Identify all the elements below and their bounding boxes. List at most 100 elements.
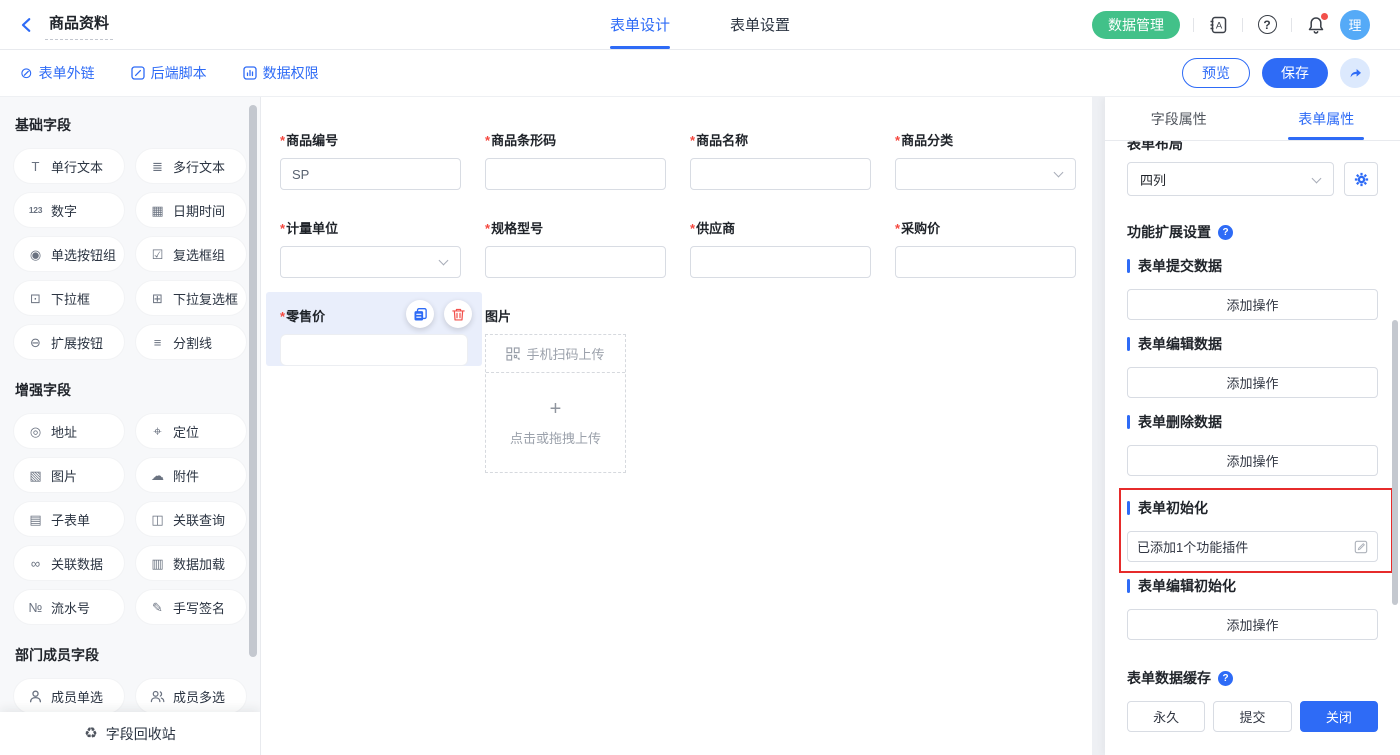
copy-field-button[interactable] (406, 300, 434, 328)
field-product-name[interactable]: 商品名称 (690, 132, 871, 190)
sidebar-item-signature[interactable]: ✎手写签名 (135, 589, 247, 625)
field-supplier[interactable]: 供应商 (690, 220, 871, 278)
sidebar-item-radio-group[interactable]: ◉单选按钮组 (13, 236, 125, 272)
delete-field-button[interactable] (444, 300, 472, 328)
scan-upload-button[interactable]: 手机扫码上传 (486, 335, 625, 373)
tab-form-properties[interactable]: 表单属性 (1253, 97, 1400, 140)
field-select[interactable] (280, 246, 461, 278)
sidebar-item-datetime[interactable]: ▦日期时间 (135, 192, 247, 228)
help-icon[interactable] (1256, 14, 1278, 36)
sidebar-item-data-load[interactable]: ▥数据加载 (135, 545, 247, 581)
help-icon[interactable] (1218, 225, 1233, 240)
linked-data-icon: ∞ (27, 557, 44, 570)
field-spec-model[interactable]: 规格型号 (485, 220, 666, 278)
radio-group-icon: ◉ (27, 248, 44, 261)
divider (1242, 18, 1243, 32)
external-link-button[interactable]: ⊘ 表单外链 (20, 63, 95, 83)
data-permission-button[interactable]: 数据权限 (243, 63, 319, 83)
sidebar-item-attachment[interactable]: ☁附件 (135, 457, 247, 493)
toolbar-actions: 预览 保存 (1182, 58, 1370, 88)
field-label: 图片 (485, 308, 666, 325)
sidebar-item-linked-query[interactable]: ◫关联查询 (135, 501, 247, 537)
single-line-text-icon: T (27, 160, 44, 173)
user-avatar[interactable]: 理 (1340, 10, 1370, 40)
panel-scrollbar[interactable] (1392, 320, 1398, 605)
tab-form-design[interactable]: 表单设计 (610, 0, 670, 49)
form-title[interactable]: 商品资料 (45, 10, 113, 40)
cache-option-off[interactable]: 关闭 (1300, 701, 1378, 732)
multi-dropdown-icon: ⊞ (149, 292, 166, 305)
sidebar-item-linked-data[interactable]: ∞关联数据 (13, 545, 125, 581)
field-input[interactable]: SP (280, 158, 461, 190)
notification-bell-icon[interactable] (1305, 14, 1327, 36)
tab-form-settings[interactable]: 表单设置 (730, 0, 790, 49)
field-image-upload[interactable]: 图片 手机扫码上传 点击或拖拽上传 (485, 308, 666, 473)
add-action-button[interactable]: 添加操作 (1127, 445, 1378, 476)
sidebar-item-dropdown[interactable]: ⊡下拉框 (13, 280, 125, 316)
preview-button[interactable]: 预览 (1182, 58, 1250, 88)
help-icon[interactable] (1218, 671, 1233, 686)
field-input[interactable] (690, 158, 871, 190)
field-product-code[interactable]: 商品编号 SP (280, 132, 461, 190)
field-barcode[interactable]: 商品条形码 (485, 132, 666, 190)
sidebar-item-serial-number[interactable]: №流水号 (13, 589, 125, 625)
field-input[interactable] (485, 158, 666, 190)
field-recycle-bin-button[interactable]: ♻ 字段回收站 (0, 712, 260, 755)
sidebar-item-extend-button[interactable]: ⊖扩展按钮 (13, 324, 125, 360)
cache-option-submit[interactable]: 提交 (1213, 701, 1291, 732)
tab-field-properties[interactable]: 字段属性 (1105, 97, 1253, 140)
field-retail-price-selected[interactable]: 零售价 (266, 292, 482, 366)
data-manage-button[interactable]: 数据管理 (1092, 11, 1180, 39)
field-input[interactable] (485, 246, 666, 278)
chevron-down-icon (439, 256, 449, 266)
sidebar-item-location[interactable]: ⌖定位 (135, 413, 247, 449)
signature-icon: ✎ (149, 601, 166, 614)
sidebar-scrollbar[interactable] (249, 105, 257, 657)
add-action-button[interactable]: 添加操作 (1127, 609, 1378, 640)
layout-select[interactable]: 四列 (1127, 162, 1334, 196)
cache-option-permanent[interactable]: 永久 (1127, 701, 1205, 732)
section-form-edit-init: 表单编辑初始化 添加操作 (1127, 576, 1378, 640)
sidebar-item-divider[interactable]: ≡分割线 (135, 324, 247, 360)
chevron-left-icon (18, 16, 36, 34)
sidebar-item-checkbox-group[interactable]: ☑复选框组 (135, 236, 247, 272)
field-library-sidebar: 基础字段 T单行文本 ≣多行文本 123数字 ▦日期时间 ◉单选按钮组 ☑复选框… (0, 97, 261, 755)
sidebar-item-image[interactable]: ▧图片 (13, 457, 125, 493)
contact-book-icon[interactable]: A (1207, 14, 1229, 36)
sidebar-item-multi-dropdown[interactable]: ⊞下拉复选框 (135, 280, 247, 316)
sidebar-item-subform[interactable]: ▤子表单 (13, 501, 125, 537)
field-input[interactable] (690, 246, 871, 278)
add-action-button[interactable]: 添加操作 (1127, 289, 1378, 320)
share-button[interactable] (1340, 58, 1370, 88)
copy-icon (413, 307, 428, 322)
toolbar-links: ⊘ 表单外链 后端脚本 数据权限 (20, 63, 319, 83)
field-select[interactable] (895, 158, 1076, 190)
divider (1193, 18, 1194, 32)
sidebar-item-multi-line-text[interactable]: ≣多行文本 (135, 148, 247, 184)
field-product-category[interactable]: 商品分类 (895, 132, 1076, 190)
field-unit[interactable]: 计量单位 (280, 220, 461, 278)
add-action-button[interactable]: 添加操作 (1127, 367, 1378, 398)
backend-script-button[interactable]: 后端脚本 (131, 63, 207, 83)
field-input[interactable] (895, 246, 1076, 278)
click-drag-upload-button[interactable]: 点击或拖拽上传 (486, 373, 625, 472)
sidebar-item-member-multi[interactable]: 成员多选 (135, 678, 247, 714)
back-button[interactable] (18, 16, 36, 34)
section-marker (1127, 259, 1130, 273)
layout-settings-button[interactable] (1344, 162, 1378, 196)
field-purchase-price[interactable]: 采购价 (895, 220, 1076, 278)
checkbox-group-icon: ☑ (149, 248, 166, 261)
section-heading-enhanced: 增强字段 (15, 380, 247, 400)
extension-settings-title: 功能扩展设置 (1127, 222, 1211, 242)
sidebar-item-member-single[interactable]: 成员单选 (13, 678, 125, 714)
plugin-summary-box[interactable]: 已添加1个功能插件 (1127, 531, 1378, 562)
annotation-highlight: 表单初始化 已添加1个功能插件 (1119, 488, 1393, 573)
sidebar-item-number[interactable]: 123数字 (13, 192, 125, 228)
section-marker (1127, 579, 1130, 593)
field-input[interactable] (280, 334, 468, 366)
script-icon (131, 66, 145, 80)
topbar-actions: 数据管理 A 理 (1092, 10, 1370, 40)
sidebar-item-address[interactable]: ◎地址 (13, 413, 125, 449)
sidebar-item-single-line-text[interactable]: T单行文本 (13, 148, 125, 184)
save-button[interactable]: 保存 (1262, 58, 1328, 88)
